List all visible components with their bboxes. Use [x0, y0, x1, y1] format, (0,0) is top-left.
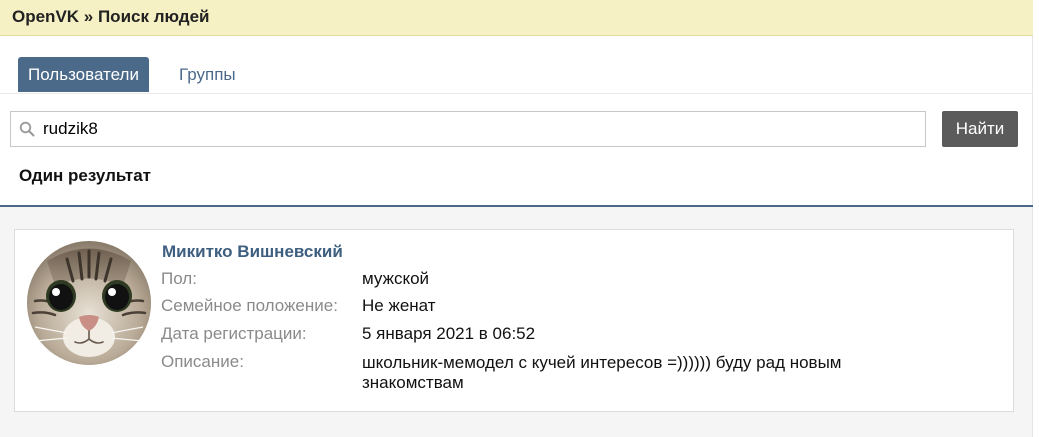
- user-name-link[interactable]: Микитко Вишневский: [162, 242, 343, 262]
- description-value: школьник-мемодел с кучей интересов =))))…: [362, 353, 842, 392]
- gender-value: мужской: [362, 269, 430, 288]
- avatar[interactable]: [27, 241, 151, 365]
- marital-status-label: Семейное положение:: [161, 296, 338, 315]
- description-label: Описание:: [161, 352, 244, 371]
- gender-label: Пол:: [161, 269, 197, 288]
- search-box[interactable]: [10, 111, 926, 147]
- result-count: Один результат: [19, 166, 151, 185]
- cat-avatar-icon: [27, 241, 151, 365]
- marital-status-value: Не женат: [362, 296, 436, 315]
- breadcrumb: OpenVK » Поиск людей: [12, 7, 210, 26]
- user-card: Микитко Вишневский Пол: мужской Семейное…: [14, 229, 1014, 412]
- results-area: Микитко Вишневский Пол: мужской Семейное…: [0, 207, 1033, 437]
- header-bar: OpenVK » Поиск людей: [0, 0, 1033, 36]
- find-button[interactable]: Найти: [942, 111, 1018, 147]
- tab-groups[interactable]: Группы: [169, 57, 246, 92]
- search-panel: Пользователи Группы Найти Один результат: [0, 36, 1033, 206]
- tabs: Пользователи Группы: [18, 57, 246, 92]
- search-icon: [19, 121, 35, 137]
- search-input[interactable]: [43, 115, 903, 143]
- registration-date-value: 5 января 2021 в 06:52: [362, 324, 536, 343]
- tabs-divider: [0, 93, 1033, 94]
- registration-date-label: Дата регистрации:: [161, 324, 307, 343]
- tab-users[interactable]: Пользователи: [18, 57, 149, 92]
